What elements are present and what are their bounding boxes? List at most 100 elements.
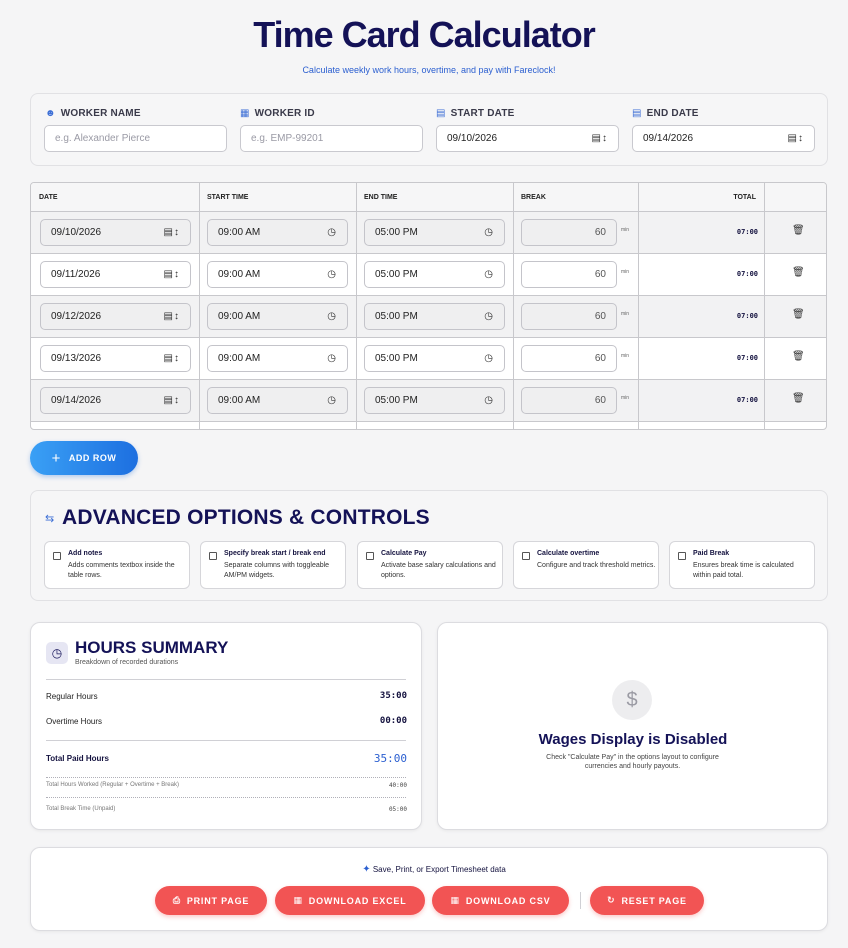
- file-icon: ▦: [450, 895, 460, 905]
- row-date-input[interactable]: 09/12/2026 ▤↕: [40, 303, 191, 330]
- table-row: 09/11/2026 ▤↕ 09:00 AM ◷ 05:00 PM ◷ 60 min 07:00…: [31, 254, 826, 296]
- page-subtitle: Calculate weekly work hours, overtime, a…: [302, 65, 556, 75]
- option-checkbox[interactable]: [53, 552, 61, 560]
- user-icon: ☻: [45, 108, 56, 119]
- trash-icon[interactable]: 🗑: [792, 225, 805, 236]
- row-break-input[interactable]: 60: [521, 345, 617, 372]
- break-unit-label: min: [621, 311, 630, 317]
- row-date-input[interactable]: 09/14/2026 ▤↕: [40, 387, 191, 414]
- row-date-input[interactable]: 09/10/2026 ▤↕: [40, 219, 191, 246]
- table-row: 09/10/2026 ▤↕ 09:00 AM ◷ 05:00 PM ◷ 60 min 07:00…: [31, 212, 826, 254]
- row-break-input[interactable]: 60: [521, 219, 617, 246]
- spreadsheet-icon: ▦: [293, 895, 303, 905]
- hours-summary-title: HOURS SUMMARY: [75, 638, 229, 657]
- worker-id-label: ▦ WORKER ID: [240, 108, 315, 119]
- add-row-button[interactable]: + ADD ROW: [30, 441, 138, 475]
- row-break-input[interactable]: 60: [521, 261, 617, 288]
- option-card[interactable]: Add notes Adds comments textbox inside th…: [44, 541, 190, 589]
- end-date-input[interactable]: 09/14/2026 ▤↕: [632, 125, 815, 152]
- total-break-time-value: 05:00: [388, 806, 407, 813]
- row-start-time-input[interactable]: 09:00 AM ◷: [207, 345, 348, 372]
- reset-page-button[interactable]: ↻ RESET PAGE: [590, 886, 704, 915]
- option-checkbox[interactable]: [522, 552, 530, 560]
- download-excel-button[interactable]: ▦ DOWNLOAD EXCEL: [275, 886, 425, 915]
- regular-hours-label: Regular Hours: [46, 692, 98, 701]
- option-card[interactable]: Calculate Pay Activate base salary calcul…: [357, 541, 503, 589]
- trash-icon[interactable]: 🗑: [792, 393, 805, 404]
- export-label: ✦ Save, Print, or Export Timesheet data: [362, 864, 506, 875]
- option-card[interactable]: Specify break start / break end Separate …: [200, 541, 346, 589]
- total-hours-worked-label: Total Hours Worked (Regular + Overtime +…: [46, 782, 179, 788]
- table-row: 09/14/2026 ▤↕ 09:00 AM ◷ 05:00 PM ◷ 60 min 07:00…: [31, 380, 826, 422]
- calendar-picker-icon[interactable]: ▤↕: [164, 311, 180, 322]
- overtime-hours-label: Overtime Hours: [46, 717, 103, 726]
- clock-icon: ◷: [46, 642, 68, 664]
- row-end-time-input[interactable]: 05:00 PM ◷: [364, 219, 505, 246]
- row-total: 07:00: [736, 228, 758, 236]
- option-checkbox[interactable]: [678, 552, 686, 560]
- calendar-picker-icon[interactable]: ▤↕: [164, 269, 180, 280]
- trash-icon[interactable]: 🗑: [792, 351, 805, 362]
- break-unit-label: min: [621, 269, 630, 275]
- trash-icon[interactable]: 🗑: [792, 267, 805, 278]
- start-date-label: ▤ START DATE: [436, 108, 515, 119]
- row-start-time-input[interactable]: 09:00 AM ◷: [207, 219, 348, 246]
- option-checkbox[interactable]: [366, 552, 374, 560]
- row-end-time-input[interactable]: 05:00 PM ◷: [364, 387, 505, 414]
- regular-hours-value: 35:00: [379, 691, 407, 701]
- clock-picker-icon[interactable]: ◷: [484, 227, 494, 238]
- row-break-input[interactable]: 60: [521, 303, 617, 330]
- option-card[interactable]: Calculate overtime Configure and track th…: [513, 541, 659, 589]
- total-paid-hours-value: 35:00: [373, 752, 407, 765]
- calendar-picker-icon[interactable]: ▤↕: [164, 395, 180, 406]
- option-title: Add notes: [68, 550, 103, 557]
- row-start-time-input[interactable]: 09:00 AM ◷: [207, 261, 348, 288]
- clock-picker-icon[interactable]: ◷: [484, 353, 494, 364]
- worker-id-input[interactable]: e.g. EMP-99201: [240, 125, 423, 152]
- clock-picker-icon[interactable]: ◷: [327, 395, 337, 406]
- clock-picker-icon[interactable]: ◷: [484, 395, 494, 406]
- header-start-time: START TIME: [199, 183, 356, 212]
- table-row: 09/13/2026 ▤↕ 09:00 AM ◷ 05:00 PM ◷ 60 min 07:00…: [31, 338, 826, 380]
- clock-picker-icon[interactable]: ◷: [327, 269, 337, 280]
- sliders-icon: ⇆: [45, 513, 55, 525]
- row-total: 07:00: [736, 270, 758, 278]
- row-start-time-input[interactable]: 09:00 AM ◷: [207, 303, 348, 330]
- trash-icon[interactable]: 🗑: [792, 309, 805, 320]
- row-date-input[interactable]: 09/11/2026 ▤↕: [40, 261, 191, 288]
- download-csv-button[interactable]: ▦ DOWNLOAD CSV: [432, 886, 569, 915]
- calendar-picker-icon[interactable]: ▤↕: [164, 227, 180, 238]
- option-card[interactable]: Paid Break Ensures break time is calculat…: [669, 541, 815, 589]
- calendar-picker-icon[interactable]: ▤↕: [788, 133, 804, 144]
- header-date: DATE: [31, 183, 199, 212]
- row-start-time-input[interactable]: 09:00 AM ◷: [207, 387, 348, 414]
- row-end-time-input[interactable]: 05:00 PM ◷: [364, 345, 505, 372]
- clock-picker-icon[interactable]: ◷: [327, 353, 337, 364]
- print-page-button[interactable]: ⎙ PRINT PAGE: [155, 886, 267, 915]
- page-title: Time Card Calculator: [253, 14, 595, 55]
- clock-picker-icon[interactable]: ◷: [484, 269, 494, 280]
- worker-name-input[interactable]: e.g. Alexander Pierce: [44, 125, 227, 152]
- clock-picker-icon[interactable]: ◷: [327, 227, 337, 238]
- clock-picker-icon[interactable]: ◷: [327, 311, 337, 322]
- worker-name-label: ☻ WORKER NAME: [45, 108, 141, 119]
- row-date-input[interactable]: 09/13/2026 ▤↕: [40, 345, 191, 372]
- calendar-picker-icon[interactable]: ▤↕: [592, 133, 608, 144]
- row-break-input[interactable]: 60: [521, 387, 617, 414]
- advanced-options-title: ADVANCED OPTIONS & CONTROLS: [62, 506, 430, 529]
- reset-icon: ↻: [607, 895, 616, 905]
- header-total: TOTAL: [638, 183, 764, 212]
- option-checkbox[interactable]: [209, 552, 217, 560]
- start-date-input[interactable]: 09/10/2026 ▤↕: [436, 125, 619, 152]
- row-end-time-input[interactable]: 05:00 PM ◷: [364, 261, 505, 288]
- plus-icon: +: [51, 449, 61, 467]
- header-actions: [764, 183, 826, 212]
- clock-picker-icon[interactable]: ◷: [484, 311, 494, 322]
- row-total: 07:00: [736, 354, 758, 362]
- row-end-time-input[interactable]: 05:00 PM ◷: [364, 303, 505, 330]
- sparkle-icon: ✦: [362, 864, 371, 875]
- option-title: Paid Break: [693, 550, 730, 557]
- wages-disabled-description: Check "Calculate Pay" in the options lay…: [546, 754, 719, 770]
- calendar-picker-icon[interactable]: ▤↕: [164, 353, 180, 364]
- row-total: 07:00: [736, 396, 758, 404]
